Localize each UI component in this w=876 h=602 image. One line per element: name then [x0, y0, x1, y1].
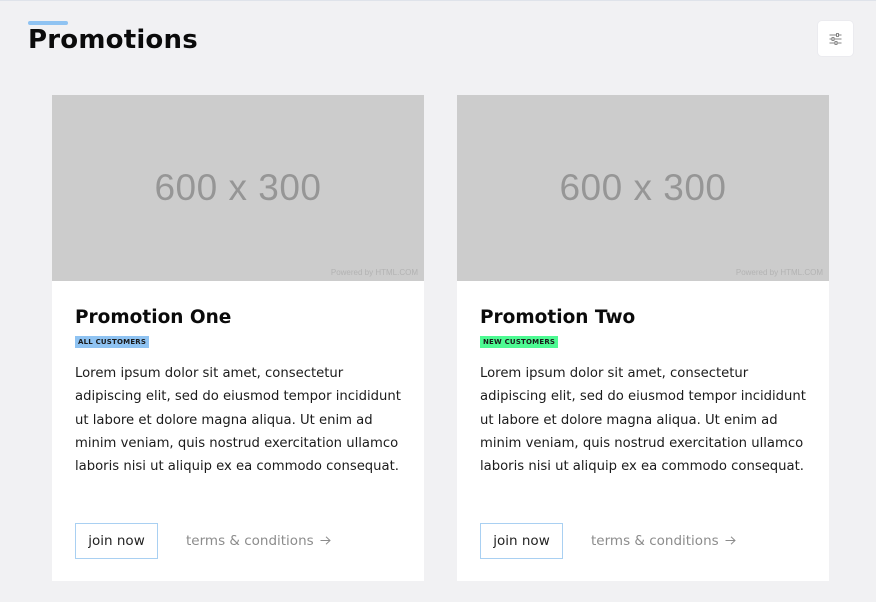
image-credit: Powered by HTML.COM — [735, 268, 823, 277]
promotion-description: Lorem ipsum dolor sit amet, consectetur … — [75, 366, 401, 475]
page-title: Promotions — [28, 25, 198, 55]
audience-badge: ALL CUSTOMERS — [75, 336, 150, 348]
promotion-card: 600 x 300 Powered by HTML.COM Promotion … — [52, 95, 424, 581]
terms-link-label: terms & conditions — [186, 533, 314, 549]
arrow-right-icon — [725, 533, 736, 549]
promotion-title: Promotion Two — [480, 307, 636, 328]
sliders-icon — [829, 32, 842, 45]
image-credit: Powered by HTML.COM — [330, 268, 418, 277]
arrow-right-icon — [320, 533, 331, 549]
terms-link[interactable]: terms & conditions — [591, 533, 736, 549]
promotion-image-placeholder: 600 x 300 Powered by HTML.COM — [457, 95, 829, 281]
terms-link-label: terms & conditions — [591, 533, 719, 549]
filter-button[interactable] — [818, 21, 853, 56]
join-now-button[interactable]: join now — [75, 523, 158, 559]
promotion-card: 600 x 300 Powered by HTML.COM Promotion … — [457, 95, 829, 581]
image-size-text: 600 x 300 — [154, 167, 322, 208]
promotion-image-placeholder: 600 x 300 Powered by HTML.COM — [52, 95, 424, 281]
promotion-cards: 600 x 300 Powered by HTML.COM Promotion … — [52, 95, 830, 581]
audience-badge: NEW CUSTOMERS — [480, 336, 559, 348]
terms-link[interactable]: terms & conditions — [186, 533, 331, 549]
promotion-description: Lorem ipsum dolor sit amet, consectetur … — [480, 366, 806, 475]
join-now-button[interactable]: join now — [480, 523, 563, 559]
promotion-title: Promotion One — [75, 307, 232, 328]
image-size-text: 600 x 300 — [559, 167, 727, 208]
